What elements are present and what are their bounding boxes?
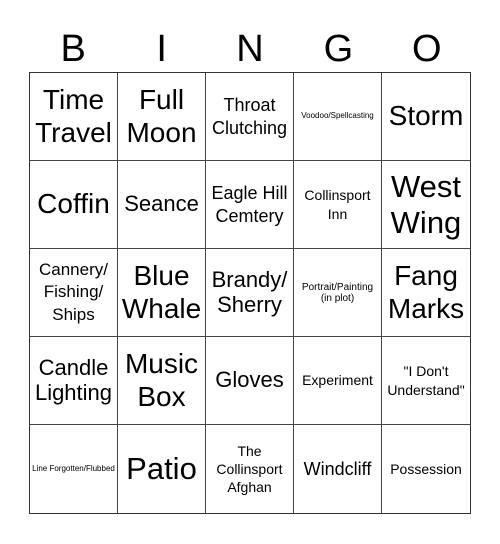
bingo-cell[interactable]: Voodoo/Spellcasting xyxy=(294,73,382,161)
header-letter-b: B xyxy=(60,28,86,70)
header-letter-i: I xyxy=(156,28,167,70)
bingo-cell[interactable]: Line Forgotten/Flubbed xyxy=(30,425,118,513)
bingo-cell[interactable]: Windcliff xyxy=(294,425,382,513)
header-letter-n: N xyxy=(236,28,264,70)
bingo-cell[interactable]: Possession xyxy=(382,425,470,513)
bingo-cell[interactable]: The Collinsport Afghan xyxy=(206,425,294,513)
bingo-cell[interactable]: Throat Clutching xyxy=(206,73,294,161)
bingo-cell[interactable]: Portrait/Painting (in plot) xyxy=(294,249,382,337)
bingo-cell[interactable]: Brandy/ Sherry xyxy=(206,249,294,337)
bingo-cell[interactable]: Experiment xyxy=(294,337,382,425)
header-letter-o: O xyxy=(412,28,442,70)
bingo-cell[interactable]: Eagle Hill Cemtery xyxy=(206,161,294,249)
bingo-cell[interactable]: Collinsport Inn xyxy=(294,161,382,249)
bingo-cell[interactable]: Coffin xyxy=(30,161,118,249)
bingo-header: B I N G O xyxy=(29,26,471,72)
bingo-cell[interactable]: Time Travel xyxy=(30,73,118,161)
bingo-cell[interactable]: Full Moon xyxy=(118,73,206,161)
bingo-cell[interactable]: Patio xyxy=(118,425,206,513)
bingo-cell[interactable]: Music Box xyxy=(118,337,206,425)
bingo-cell[interactable]: Seance xyxy=(118,161,206,249)
bingo-cell[interactable]: Fang Marks xyxy=(382,249,470,337)
bingo-cell[interactable]: Gloves xyxy=(206,337,294,425)
bingo-cell[interactable]: Candle Lighting xyxy=(30,337,118,425)
header-letter-g: G xyxy=(323,28,354,70)
bingo-cell[interactable]: "I Don't Understand" xyxy=(382,337,470,425)
bingo-cell[interactable]: West Wing xyxy=(382,161,470,249)
bingo-cell[interactable]: Cannery/ Fishing/ Ships xyxy=(30,249,118,337)
bingo-grid: Time Travel Full Moon Throat Clutching V… xyxy=(29,72,471,514)
bingo-cell[interactable]: Storm xyxy=(382,73,470,161)
bingo-cell[interactable]: Blue Whale xyxy=(118,249,206,337)
